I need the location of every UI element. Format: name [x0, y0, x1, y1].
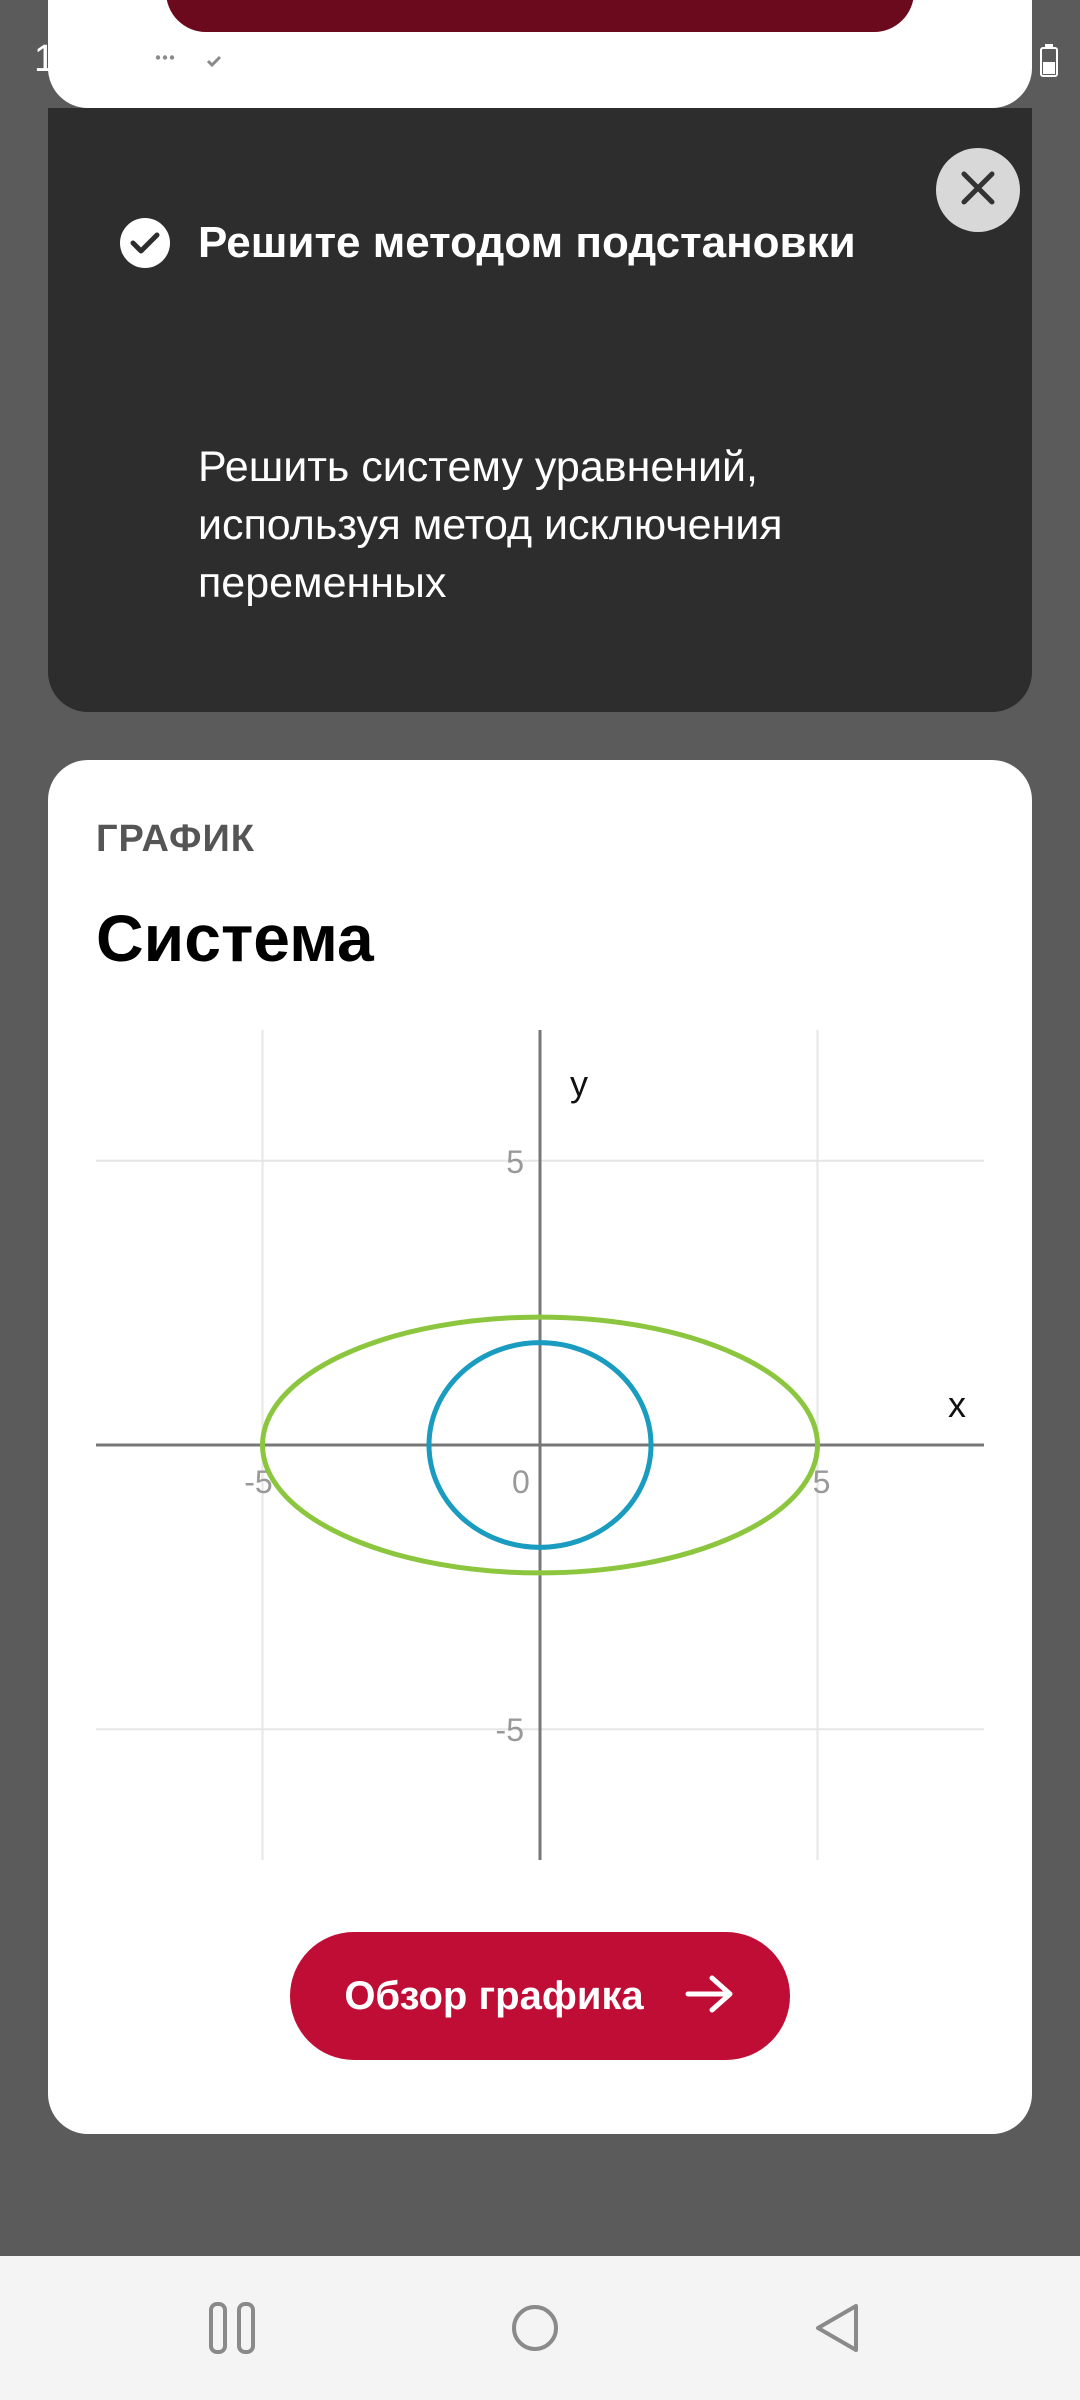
- battery-percent: 46%: [949, 38, 1026, 80]
- y-axis-label: y: [570, 1063, 588, 1104]
- explanation-description: Решить систему уравнений, используя мето…: [198, 443, 783, 607]
- system-graph[interactable]: -5 0 5-55xy: [96, 1030, 984, 1860]
- x-axis-label: x: [948, 1384, 966, 1425]
- explanation-title: Решите методом подстановки: [198, 218, 856, 267]
- check-circle-icon: [120, 218, 170, 268]
- volte-lte2-icon: Vo)) LTE2: [852, 42, 892, 78]
- status-bar: 17:12 Vo)) LTE2 46%: [0, 0, 1080, 88]
- back-icon[interactable]: [812, 2300, 862, 2361]
- explanation-card: [48, 108, 1032, 712]
- review-graph-label: Обзор графика: [344, 1973, 644, 2018]
- svg-text:LTE2: LTE2: [854, 62, 884, 77]
- x-tick-label: 5: [813, 1464, 831, 1500]
- close-button[interactable]: [936, 148, 1020, 232]
- wifi-icon: [752, 42, 794, 78]
- arrow-right-icon: [684, 1974, 736, 2019]
- svg-text:Vo)): Vo)): [856, 45, 880, 60]
- battery-icon: [1040, 43, 1058, 77]
- review-graph-button[interactable]: Обзор графика: [290, 1932, 790, 2060]
- signal-icon: [808, 43, 838, 77]
- mute-icon: [704, 42, 738, 78]
- graph-section-label: ГРАФИК: [96, 818, 255, 860]
- x-tick-label: 0: [512, 1464, 530, 1500]
- explanation-title-row: Решите методом подстановки: [120, 218, 856, 268]
- cloud-icon: [194, 42, 234, 78]
- close-icon: [960, 170, 996, 211]
- y-tick-label: 5: [506, 1144, 524, 1180]
- navigation-bar: [0, 2256, 1080, 2400]
- home-icon[interactable]: [510, 2300, 560, 2361]
- graph-card: ГРАФИК Система -5 0 5 -5 5 x y Обзор графика: [48, 760, 1032, 2134]
- signal-icon: [906, 43, 936, 77]
- chat-icon: [146, 42, 184, 78]
- graph-title: Система: [96, 901, 374, 975]
- recent-apps-icon[interactable]: [208, 2300, 256, 2361]
- status-time: 17:12: [34, 38, 130, 80]
- y-tick-label: -5: [496, 1712, 524, 1748]
